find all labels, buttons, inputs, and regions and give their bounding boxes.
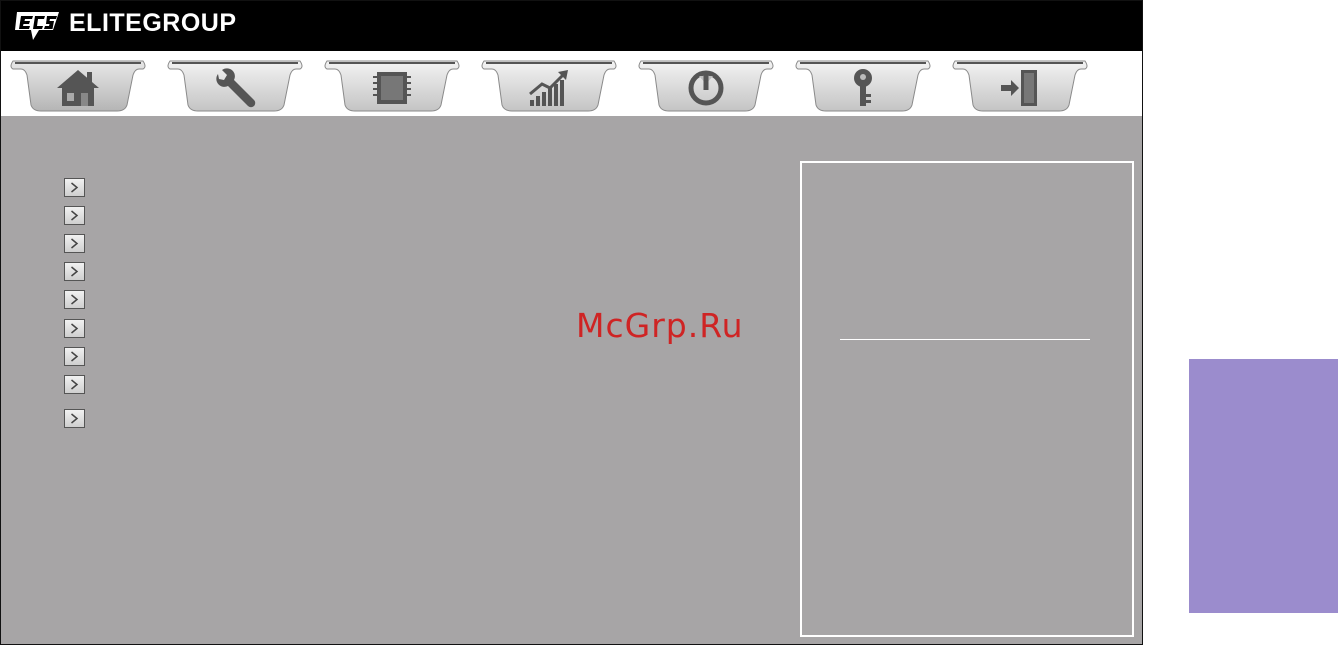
menu-item[interactable] [64, 347, 85, 366]
menu-item[interactable] [64, 262, 85, 281]
menu-item[interactable] [64, 409, 85, 428]
home-icon [57, 70, 99, 106]
tab-security[interactable] [794, 57, 932, 113]
watermark-text: McGrp.Ru [576, 306, 744, 345]
tab-strip [1, 51, 1142, 116]
power-icon [688, 70, 724, 106]
brand-name: ELITEGROUP [69, 9, 237, 37]
menu-item[interactable] [64, 178, 85, 197]
menu-item[interactable] [64, 375, 85, 394]
wrench-icon [216, 68, 256, 108]
content-area: McGrp.Ru [1, 116, 1142, 644]
submenu-arrow-icon [64, 409, 85, 428]
submenu-arrow-icon [64, 206, 85, 225]
tab-main[interactable] [9, 57, 147, 113]
tab-boot[interactable] [637, 57, 775, 113]
key-icon [854, 69, 872, 106]
help-panel [800, 161, 1134, 637]
help-divider [840, 339, 1090, 340]
menu-item[interactable] [64, 206, 85, 225]
chip-icon [373, 72, 411, 104]
submenu-arrow-icon [64, 319, 85, 338]
side-tab [1189, 359, 1338, 613]
bios-window: ELITEGROUP McGrp.Ru [0, 0, 1143, 645]
title-bar: ELITEGROUP [1, 1, 1142, 51]
submenu-arrow-icon [64, 375, 85, 394]
tab-advanced[interactable] [166, 57, 304, 113]
exit-icon [1001, 70, 1037, 106]
submenu-arrow-icon [64, 290, 85, 309]
submenu-arrow-icon [64, 262, 85, 281]
ecs-logo-icon [15, 12, 59, 40]
submenu-arrow-icon [64, 234, 85, 253]
submenu-arrow-icon [64, 178, 85, 197]
menu-item[interactable] [64, 319, 85, 338]
performance-chart-icon [529, 70, 568, 106]
tab-mi[interactable] [480, 57, 618, 113]
submenu-arrow-icon [64, 347, 85, 366]
tab-exit[interactable] [951, 57, 1089, 113]
tab-chipset[interactable] [323, 57, 461, 113]
menu-item[interactable] [64, 234, 85, 253]
menu-item[interactable] [64, 290, 85, 309]
